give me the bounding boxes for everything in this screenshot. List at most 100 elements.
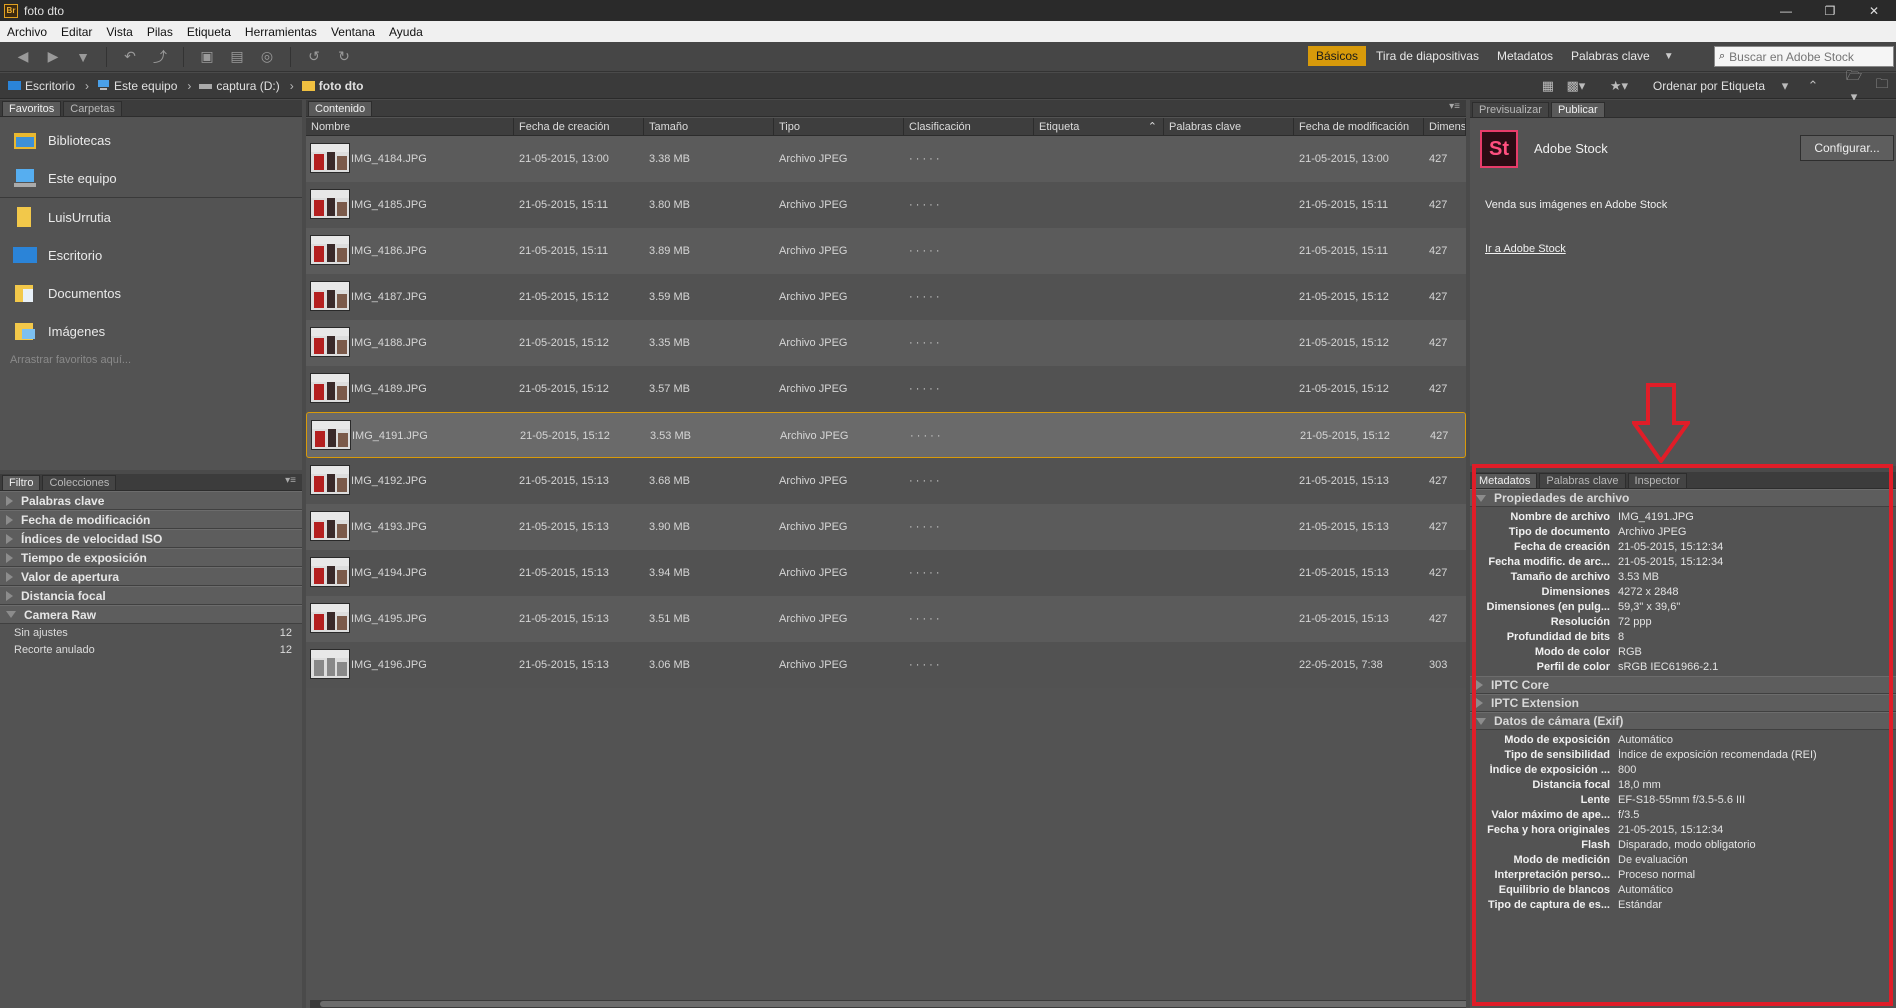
file-name[interactable]: IMG_4191.JPG [347, 413, 515, 459]
favorite-documentos[interactable]: Documentos [0, 274, 302, 312]
meta-value[interactable]: Índice de exposición recomendada (REI) [1610, 749, 1817, 761]
favorite-luisurrutia[interactable]: LuisUrrutia [0, 198, 302, 236]
breadcrumb-chevron-icon[interactable]: › [85, 79, 89, 93]
filter-option-recorte-anulado[interactable]: Recorte anulado 12 [0, 641, 302, 658]
col-nombre[interactable]: Nombre [306, 118, 514, 136]
file-row[interactable]: IMG_4186.JPG 21-05-2015, 15:11 3.89 MB Arch… [306, 228, 1466, 274]
breadcrumb-chevron-icon[interactable]: › [187, 79, 191, 93]
search-input[interactable] [1725, 49, 1876, 64]
new-folder-icon[interactable]: 🗀 [1871, 75, 1893, 97]
col-tipo[interactable]: Tipo [774, 118, 904, 136]
col-fecha-modificacion[interactable]: Fecha de modificación [1294, 118, 1424, 136]
rating-filter-star-icon[interactable]: ★▾ [1608, 78, 1630, 94]
recent-folders-dropdown-icon[interactable]: ▼ [72, 47, 94, 67]
file-thumbnail[interactable] [310, 649, 350, 679]
close-button[interactable]: ✕ [1852, 0, 1896, 21]
open-in-camera-raw-icon[interactable]: ◎ [256, 47, 278, 67]
file-name[interactable]: IMG_4195.JPG [346, 596, 514, 642]
favorite-bibliotecas[interactable]: Bibliotecas [0, 121, 302, 159]
file-rating[interactable]: · · · · · [904, 550, 1034, 596]
adobe-stock-link[interactable]: Ir a Adobe Stock [1485, 243, 1566, 255]
meta-value[interactable]: 18,0 mm [1610, 779, 1661, 791]
tab-carpetas[interactable]: Carpetas [63, 101, 122, 116]
meta-value[interactable]: 800 [1610, 764, 1636, 776]
workspace-palabras-clave[interactable]: Palabras clave [1563, 46, 1658, 66]
file-name[interactable]: IMG_4185.JPG [346, 182, 514, 228]
workspace-dropdown-icon[interactable]: ▼ [1664, 51, 1674, 62]
stock-search-box[interactable]: ⌕ [1714, 46, 1894, 67]
menu-ventana[interactable]: Ventana [324, 25, 382, 39]
file-row[interactable]: IMG_4189.JPG 21-05-2015, 15:12 3.57 MB Arch… [306, 366, 1466, 412]
forward-arrow-icon[interactable]: ▶ [42, 47, 64, 67]
file-thumbnail[interactable] [310, 603, 350, 633]
file-row[interactable]: IMG_4196.JPG 21-05-2015, 15:13 3.06 MB Arch… [306, 642, 1466, 688]
file-name[interactable]: IMG_4184.JPG [346, 136, 514, 182]
section-camera-data-exif[interactable]: Datos de cámara (Exif) [1470, 712, 1896, 730]
file-rating[interactable]: · · · · · [904, 228, 1034, 274]
menu-pilas[interactable]: Pilas [140, 25, 180, 39]
file-rating[interactable]: · · · · · [904, 274, 1034, 320]
file-thumbnail[interactable] [310, 511, 350, 541]
meta-value[interactable]: De evaluación [1610, 854, 1688, 866]
meta-value[interactable]: Automático [1610, 884, 1673, 896]
filter-palabras-clave[interactable]: Palabras clave [0, 491, 302, 510]
file-name[interactable]: IMG_4188.JPG [346, 320, 514, 366]
breadcrumb-foto-dto[interactable]: foto dto [301, 79, 363, 93]
tab-metadatos[interactable]: Metadatos [1472, 473, 1538, 488]
file-rating[interactable]: · · · · · [904, 504, 1034, 550]
file-rating[interactable]: · · · · · [904, 320, 1034, 366]
filter-iso[interactable]: Índices de velocidad ISO [0, 529, 302, 548]
breadcrumb-escritorio[interactable]: Escritorio [8, 79, 75, 93]
file-row[interactable]: IMG_4193.JPG 21-05-2015, 15:13 3.90 MB Arch… [306, 504, 1466, 550]
filter-option-sin-ajustes[interactable]: Sin ajustes 12 [0, 624, 302, 641]
file-row[interactable]: IMG_4195.JPG 21-05-2015, 15:13 3.51 MB Arch… [306, 596, 1466, 642]
menu-vista[interactable]: Vista [99, 25, 139, 39]
file-name[interactable]: IMG_4186.JPG [346, 228, 514, 274]
back-arrow-icon[interactable]: ◀ [12, 47, 34, 67]
tab-previsualizar[interactable]: Previsualizar [1472, 102, 1549, 117]
minimize-button[interactable]: — [1764, 0, 1808, 21]
section-iptc-extension[interactable]: IPTC Extension [1470, 694, 1896, 712]
thumbnail-quality-icon[interactable]: ▦ [1537, 78, 1559, 94]
refine-icon[interactable]: ▤ [226, 47, 248, 67]
file-thumbnail[interactable] [310, 235, 350, 265]
tab-contenido[interactable]: Contenido [308, 101, 373, 116]
file-thumbnail[interactable] [310, 281, 350, 311]
meta-value[interactable]: Proceso normal [1610, 869, 1695, 881]
file-row[interactable]: IMG_4187.JPG 21-05-2015, 15:12 3.59 MB Arch… [306, 274, 1466, 320]
file-row[interactable]: IMG_4192.JPG 21-05-2015, 15:13 3.68 MB Arch… [306, 458, 1466, 504]
meta-value[interactable]: 21-05-2015, 15:12:34 [1610, 541, 1723, 553]
col-tamano[interactable]: Tamaño [644, 118, 774, 136]
file-row[interactable]: IMG_4184.JPG 21-05-2015, 13:00 3.38 MB Arch… [306, 136, 1466, 182]
col-fecha-creacion[interactable]: Fecha de creación [514, 118, 644, 136]
file-rating[interactable]: · · · · · [904, 366, 1034, 412]
breadcrumb-chevron-icon[interactable]: › [290, 79, 294, 93]
meta-value[interactable]: 4272 x 2848 [1610, 586, 1679, 598]
file-rating[interactable]: · · · · · [904, 458, 1034, 504]
breadcrumb-captura[interactable]: captura (D:) [199, 79, 280, 93]
file-name[interactable]: IMG_4192.JPG [346, 458, 514, 504]
menu-archivo[interactable]: Archivo [0, 25, 54, 39]
file-rating[interactable]: · · · · · [904, 182, 1034, 228]
meta-value[interactable]: 3.53 MB [1610, 571, 1659, 583]
meta-value[interactable]: 8 [1610, 631, 1624, 643]
configure-button[interactable]: Configurar... [1800, 135, 1894, 161]
menu-herramientas[interactable]: Herramientas [238, 25, 324, 39]
file-thumbnail[interactable] [310, 327, 350, 357]
file-rating[interactable]: · · · · · [905, 413, 1035, 459]
col-etiqueta[interactable]: Etiqueta ⌃ [1034, 118, 1164, 136]
scrollbar-thumb[interactable] [320, 1001, 1466, 1007]
file-rating[interactable]: · · · · · [904, 136, 1034, 182]
meta-value[interactable]: 59,3" x 39,6" [1610, 601, 1680, 613]
filter-distancia-focal[interactable]: Distancia focal [0, 586, 302, 605]
view-mode-icon[interactable]: ▩▾ [1565, 78, 1587, 94]
file-row[interactable]: IMG_4188.JPG 21-05-2015, 15:12 3.35 MB Arch… [306, 320, 1466, 366]
tab-favoritos[interactable]: Favoritos [2, 101, 62, 116]
meta-value[interactable]: 21-05-2015, 15:12:34 [1610, 824, 1723, 836]
rotate-right-icon[interactable]: ↻ [333, 47, 355, 67]
meta-value[interactable]: Disparado, modo obligatorio [1610, 839, 1756, 851]
meta-value[interactable]: Archivo JPEG [1610, 526, 1686, 538]
meta-value[interactable]: IMG_4191.JPG [1610, 511, 1694, 523]
file-thumbnail[interactable] [310, 557, 350, 587]
menu-ayuda[interactable]: Ayuda [382, 25, 430, 39]
